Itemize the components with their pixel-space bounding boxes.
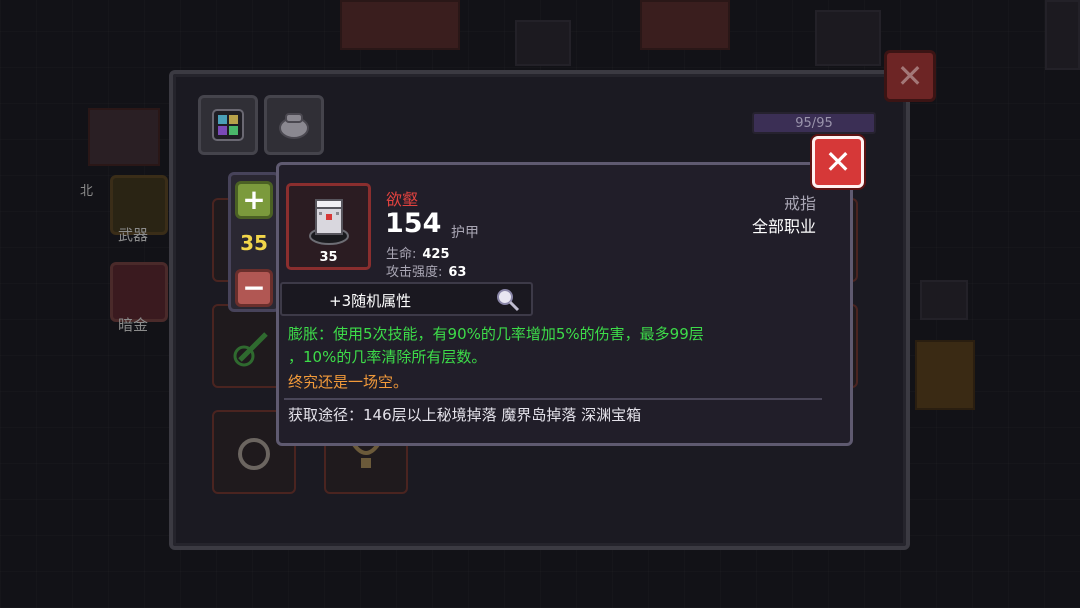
stat-value: 425 [422,247,450,262]
background-sign [920,280,968,320]
armor-value: 154 [385,208,442,239]
flavor-text: 终究还是一场空。 [288,373,409,391]
x-icon: ✕ [824,143,852,181]
weapon-label: 武器 [118,226,149,244]
background-building [340,0,460,50]
plus-icon: + [242,183,266,216]
tooltip-close-button[interactable]: ✕ [812,136,864,188]
background-label: 北 [80,184,94,199]
stat-attack: 攻击强度: 63 [386,261,466,280]
random-attribute-bar: +3随机属性 [280,282,533,316]
background-emblem [515,20,571,66]
item-icon-frame: 35 [286,183,371,270]
gem-grid-icon [212,109,244,141]
dark-gold-slot-side [110,262,168,322]
dark-gold-label: 暗金 [118,316,149,334]
effect-line: 膨胀：使用5次技能，有90%的几率增加5%的伤害，最多99层 [288,325,704,343]
level-stepper: + 35 − [228,172,280,312]
level-decrease-button[interactable]: − [235,269,273,307]
stat-label: 生命: [386,247,417,262]
background-building [640,0,730,50]
panel-close-button[interactable]: ✕ [884,50,936,102]
x-icon: ✕ [896,57,924,95]
tab-gems[interactable] [198,95,258,155]
pouch-icon [279,113,309,139]
level-increase-button[interactable]: + [235,181,273,219]
acquisition-source: 获取途径：146层以上秘境掉落 魔界岛掉落 深渊宝箱 [288,406,642,424]
background-pet-sprite [915,340,975,410]
magnifier-icon[interactable] [494,287,522,313]
background-character-sprite [88,108,160,166]
item-class: 全部职业 [751,217,816,236]
level-value: 35 [240,231,268,255]
hp-bar: 95/95 [752,112,876,134]
item-icon-level: 35 [319,250,338,265]
background-structure [815,10,881,66]
background-structure [1045,0,1080,70]
tab-items[interactable] [264,95,324,155]
stat-value: 63 [448,265,467,280]
divider [284,398,822,400]
ring-item-icon [309,199,349,245]
item-type: 戒指 [783,194,816,213]
armor-label: 护甲 [451,225,479,241]
random-attribute-label: +3随机属性 [329,292,412,310]
stat-health: 生命: 425 [386,243,450,262]
item-name: 欲壑 [386,190,419,209]
minus-icon: − [242,271,266,304]
effect-line: ，10%的几率清除所有层数。 [288,348,487,366]
stat-label: 攻击强度: [386,265,443,280]
